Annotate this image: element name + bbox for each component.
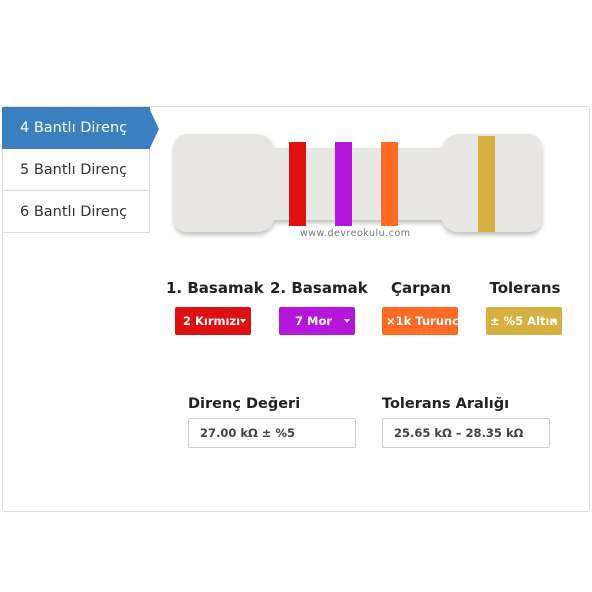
watermark: www.devreokulu.com: [300, 228, 411, 239]
resistor-illustration: [174, 134, 542, 232]
digit-2-label: 2. Basamak: [270, 279, 368, 297]
tab-label: 4 Bantlı Direnç: [20, 120, 128, 136]
multiplier-column: Çarpan ×1k Turuncu: [382, 279, 460, 335]
tab-label: 5 Bantlı Direnç: [20, 161, 128, 178]
tolerance-column: Tolerans ± %5 Altın: [486, 279, 564, 335]
band-2-purple: [335, 142, 352, 226]
resistance-output: 27.00 kΩ ± %5: [188, 418, 356, 448]
band-count-tabs: 4 Bantlı Direnç 5 Bantlı Direnç 6 Bantlı…: [2, 107, 159, 233]
tab-5-band[interactable]: 5 Bantlı Direnç: [2, 149, 150, 191]
chevron-down-icon: [551, 319, 557, 323]
digit-1-label: 1. Basamak: [166, 279, 264, 297]
digit-1-column: 1. Basamak 2 Kırmızı: [166, 279, 264, 335]
digit-2-column: 2. Basamak 7 Mor: [270, 279, 368, 335]
tolerance-range-output: 25.65 kΩ – 28.35 kΩ: [382, 418, 550, 448]
band-1-red: [289, 142, 306, 226]
chevron-down-icon: [344, 319, 350, 323]
tolerance-range-label: Tolerans Aralığı: [382, 396, 510, 412]
tab-6-band[interactable]: 6 Bantlı Direnç: [2, 191, 150, 233]
tab-4-band[interactable]: 4 Bantlı Direnç: [2, 107, 159, 150]
multiplier-value: ×1k Turuncu: [386, 314, 458, 328]
resistance-label: Direnç Değeri: [188, 396, 301, 412]
tab-label: 6 Bantlı Direnç: [20, 203, 128, 220]
tolerance-label: Tolerans: [489, 279, 561, 297]
digit-1-value: 2 Kırmızı: [183, 314, 241, 328]
tolerance-select[interactable]: ± %5 Altın: [486, 307, 562, 335]
multiplier-label: Çarpan: [390, 279, 452, 297]
chevron-down-icon: [240, 319, 246, 323]
resistance-field: Direnç Değeri 27.00 kΩ ± %5: [188, 396, 356, 448]
band-3-orange: [381, 142, 398, 226]
multiplier-select[interactable]: ×1k Turuncu: [382, 307, 458, 335]
digit-2-value: 7 Mor: [295, 314, 333, 328]
tolerance-range-field: Tolerans Aralığı 25.65 kΩ – 28.35 kΩ: [382, 396, 550, 448]
digit-2-select[interactable]: 7 Mor: [279, 307, 355, 335]
tolerance-value: ± %5 Altın: [490, 314, 558, 328]
digit-1-select[interactable]: 2 Kırmızı: [175, 307, 251, 335]
band-4-gold: [478, 136, 495, 232]
